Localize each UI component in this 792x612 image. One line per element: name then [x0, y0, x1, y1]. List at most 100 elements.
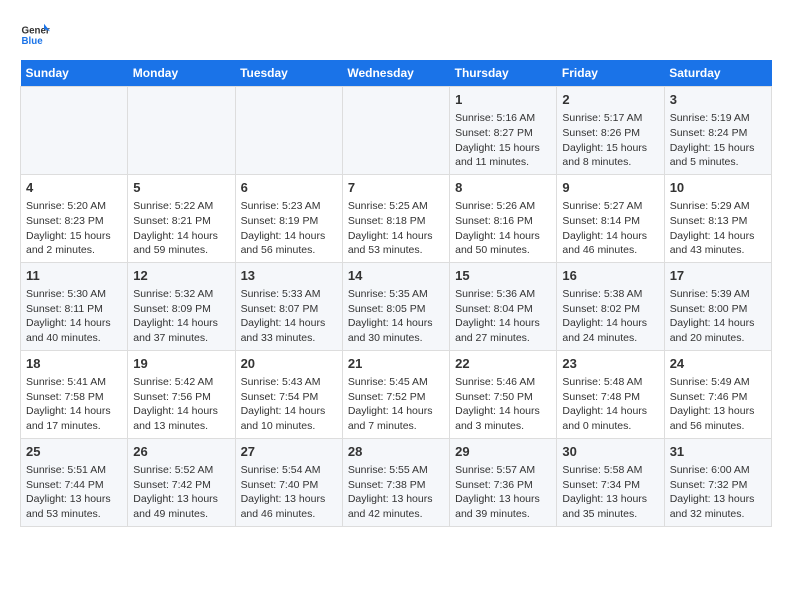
calendar-table: SundayMondayTuesdayWednesdayThursdayFrid…	[20, 60, 772, 527]
calendar-cell: 27Sunrise: 5:54 AMSunset: 7:40 PMDayligh…	[235, 438, 342, 526]
calendar-cell: 21Sunrise: 5:45 AMSunset: 7:52 PMDayligh…	[342, 350, 449, 438]
calendar-cell: 13 Sunrise: 5:33 AMSunset: 8:07 PMDayligh…	[235, 262, 342, 350]
cell-info: Sunrise: 5:23 AMSunset: 8:19 PMDaylight:…	[241, 199, 337, 258]
cell-info: Sunrise: 5:16 AMSunset: 8:27 PMDaylight:…	[455, 111, 551, 170]
calendar-cell: 8 Sunrise: 5:26 AMSunset: 8:16 PMDaylight…	[450, 174, 557, 262]
calendar-cell: 1 Sunrise: 5:16 AMSunset: 8:27 PMDaylight…	[450, 87, 557, 175]
cell-info: Sunrise: 5:43 AMSunset: 7:54 PMDaylight:…	[241, 375, 337, 434]
date-number: 28	[348, 443, 444, 461]
date-number: 11	[26, 267, 122, 285]
cell-info: Sunrise: 5:22 AMSunset: 8:21 PMDaylight:…	[133, 199, 229, 258]
calendar-cell: 16 Sunrise: 5:38 AMSunset: 8:02 PMDayligh…	[557, 262, 664, 350]
calendar-cell	[128, 87, 235, 175]
calendar-cell	[235, 87, 342, 175]
date-number: 15	[455, 267, 551, 285]
calendar-week-2: 4 Sunrise: 5:20 AMSunset: 8:23 PMDaylight…	[21, 174, 772, 262]
calendar-cell: 3 Sunrise: 5:19 AMSunset: 8:24 PMDaylight…	[664, 87, 771, 175]
calendar-week-4: 18Sunrise: 5:41 AMSunset: 7:58 PMDayligh…	[21, 350, 772, 438]
calendar-cell: 28Sunrise: 5:55 AMSunset: 7:38 PMDayligh…	[342, 438, 449, 526]
logo: General Blue	[20, 20, 54, 50]
cell-info: Sunrise: 5:17 AMSunset: 8:26 PMDaylight:…	[562, 111, 658, 170]
calendar-cell: 7 Sunrise: 5:25 AMSunset: 8:18 PMDaylight…	[342, 174, 449, 262]
calendar-cell: 15 Sunrise: 5:36 AMSunset: 8:04 PMDayligh…	[450, 262, 557, 350]
calendar-cell: 31 Sunrise: 6:00 AMSunset: 7:32 PMDayligh…	[664, 438, 771, 526]
calendar-week-5: 25 Sunrise: 5:51 AMSunset: 7:44 PMDayligh…	[21, 438, 772, 526]
calendar-cell: 4 Sunrise: 5:20 AMSunset: 8:23 PMDaylight…	[21, 174, 128, 262]
cell-info: Sunrise: 5:35 AMSunset: 8:05 PMDaylight:…	[348, 287, 444, 346]
date-number: 17	[670, 267, 766, 285]
cell-info: Sunrise: 5:57 AMSunset: 7:36 PMDaylight:…	[455, 463, 551, 522]
calendar-cell: 22Sunrise: 5:46 AMSunset: 7:50 PMDayligh…	[450, 350, 557, 438]
cell-info: Sunrise: 5:29 AMSunset: 8:13 PMDaylight:…	[670, 199, 766, 258]
date-number: 8	[455, 179, 551, 197]
cell-info: Sunrise: 5:54 AMSunset: 7:40 PMDaylight:…	[241, 463, 337, 522]
calendar-cell: 11 Sunrise: 5:30 AMSunset: 8:11 PMDayligh…	[21, 262, 128, 350]
logo-icon: General Blue	[20, 20, 50, 50]
calendar-cell: 19 Sunrise: 5:42 AMSunset: 7:56 PMDayligh…	[128, 350, 235, 438]
calendar-cell: 6Sunrise: 5:23 AMSunset: 8:19 PMDaylight…	[235, 174, 342, 262]
day-header-saturday: Saturday	[664, 60, 771, 87]
cell-info: Sunrise: 5:42 AMSunset: 7:56 PMDaylight:…	[133, 375, 229, 434]
calendar-cell: 18Sunrise: 5:41 AMSunset: 7:58 PMDayligh…	[21, 350, 128, 438]
date-number: 3	[670, 91, 766, 109]
date-number: 23	[562, 355, 658, 373]
svg-text:Blue: Blue	[22, 36, 44, 47]
date-number: 1	[455, 91, 551, 109]
calendar-header-row: SundayMondayTuesdayWednesdayThursdayFrid…	[21, 60, 772, 87]
date-number: 13	[241, 267, 337, 285]
cell-info: Sunrise: 5:19 AMSunset: 8:24 PMDaylight:…	[670, 111, 766, 170]
cell-info: Sunrise: 5:26 AMSunset: 8:16 PMDaylight:…	[455, 199, 551, 258]
date-number: 10	[670, 179, 766, 197]
date-number: 26	[133, 443, 229, 461]
calendar-cell: 14 Sunrise: 5:35 AMSunset: 8:05 PMDayligh…	[342, 262, 449, 350]
date-number: 24	[670, 355, 766, 373]
date-number: 9	[562, 179, 658, 197]
date-number: 20	[241, 355, 337, 373]
cell-info: Sunrise: 5:49 AMSunset: 7:46 PMDaylight:…	[670, 375, 766, 434]
cell-info: Sunrise: 5:27 AMSunset: 8:14 PMDaylight:…	[562, 199, 658, 258]
day-header-wednesday: Wednesday	[342, 60, 449, 87]
cell-info: Sunrise: 5:32 AMSunset: 8:09 PMDaylight:…	[133, 287, 229, 346]
date-number: 16	[562, 267, 658, 285]
cell-info: Sunrise: 5:39 AMSunset: 8:00 PMDaylight:…	[670, 287, 766, 346]
cell-info: Sunrise: 5:45 AMSunset: 7:52 PMDaylight:…	[348, 375, 444, 434]
calendar-week-3: 11 Sunrise: 5:30 AMSunset: 8:11 PMDayligh…	[21, 262, 772, 350]
date-number: 19	[133, 355, 229, 373]
cell-info: Sunrise: 5:36 AMSunset: 8:04 PMDaylight:…	[455, 287, 551, 346]
date-number: 5	[133, 179, 229, 197]
calendar-cell: 25 Sunrise: 5:51 AMSunset: 7:44 PMDayligh…	[21, 438, 128, 526]
date-number: 4	[26, 179, 122, 197]
calendar-cell: 20 Sunrise: 5:43 AMSunset: 7:54 PMDayligh…	[235, 350, 342, 438]
calendar-cell: 10 Sunrise: 5:29 AMSunset: 8:13 PMDayligh…	[664, 174, 771, 262]
date-number: 31	[670, 443, 766, 461]
calendar-cell: 24 Sunrise: 5:49 AMSunset: 7:46 PMDayligh…	[664, 350, 771, 438]
day-header-friday: Friday	[557, 60, 664, 87]
calendar-cell: 9 Sunrise: 5:27 AMSunset: 8:14 PMDaylight…	[557, 174, 664, 262]
cell-info: Sunrise: 5:51 AMSunset: 7:44 PMDaylight:…	[26, 463, 122, 522]
calendar-cell: 12Sunrise: 5:32 AMSunset: 8:09 PMDayligh…	[128, 262, 235, 350]
calendar-cell	[342, 87, 449, 175]
page-header: General Blue	[20, 20, 772, 50]
cell-info: Sunrise: 5:20 AMSunset: 8:23 PMDaylight:…	[26, 199, 122, 258]
date-number: 18	[26, 355, 122, 373]
calendar-cell: 29Sunrise: 5:57 AMSunset: 7:36 PMDayligh…	[450, 438, 557, 526]
cell-info: Sunrise: 5:58 AMSunset: 7:34 PMDaylight:…	[562, 463, 658, 522]
cell-info: Sunrise: 5:25 AMSunset: 8:18 PMDaylight:…	[348, 199, 444, 258]
calendar-cell: 5 Sunrise: 5:22 AMSunset: 8:21 PMDaylight…	[128, 174, 235, 262]
cell-info: Sunrise: 5:48 AMSunset: 7:48 PMDaylight:…	[562, 375, 658, 434]
cell-info: Sunrise: 5:52 AMSunset: 7:42 PMDaylight:…	[133, 463, 229, 522]
date-number: 7	[348, 179, 444, 197]
day-header-monday: Monday	[128, 60, 235, 87]
cell-info: Sunrise: 6:00 AMSunset: 7:32 PMDaylight:…	[670, 463, 766, 522]
cell-info: Sunrise: 5:30 AMSunset: 8:11 PMDaylight:…	[26, 287, 122, 346]
date-number: 22	[455, 355, 551, 373]
day-header-thursday: Thursday	[450, 60, 557, 87]
cell-info: Sunrise: 5:33 AMSunset: 8:07 PMDaylight:…	[241, 287, 337, 346]
day-header-sunday: Sunday	[21, 60, 128, 87]
date-number: 14	[348, 267, 444, 285]
day-header-tuesday: Tuesday	[235, 60, 342, 87]
date-number: 25	[26, 443, 122, 461]
calendar-cell: 17 Sunrise: 5:39 AMSunset: 8:00 PMDayligh…	[664, 262, 771, 350]
cell-info: Sunrise: 5:38 AMSunset: 8:02 PMDaylight:…	[562, 287, 658, 346]
calendar-cell: 2Sunrise: 5:17 AMSunset: 8:26 PMDaylight…	[557, 87, 664, 175]
